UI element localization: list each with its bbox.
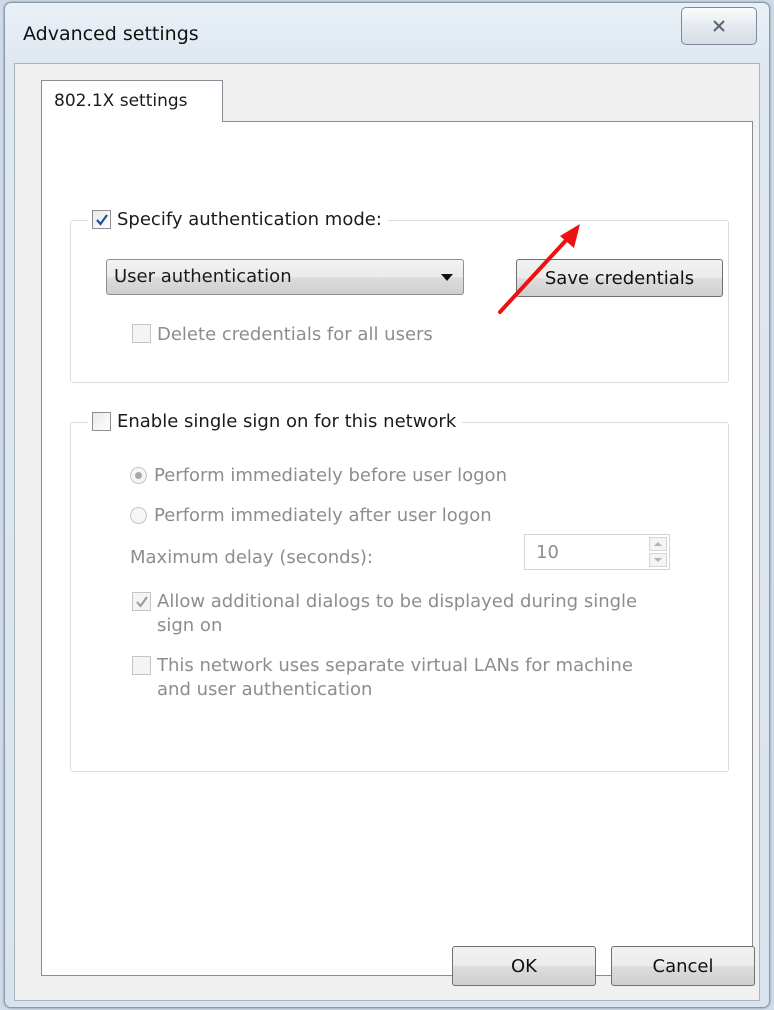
- authentication-mode-select[interactable]: User authentication: [106, 259, 464, 295]
- delete-credentials-row: Delete credentials for all users: [132, 324, 433, 345]
- authentication-mode-group: [70, 220, 729, 383]
- close-icon: [713, 20, 725, 32]
- enable-sso-header: Enable single sign on for this network: [88, 411, 463, 432]
- perform-after-logon-label: Perform immediately after user logon: [154, 505, 492, 526]
- tab-802-1x-settings[interactable]: 802.1X settings: [41, 80, 223, 122]
- authentication-mode-value: User authentication: [114, 266, 292, 287]
- close-button[interactable]: [681, 7, 757, 45]
- separate-vlan-label-line2: and user authentication: [157, 679, 373, 700]
- maximum-delay-label: Maximum delay (seconds):: [130, 547, 373, 568]
- enable-sso-label: Enable single sign on for this network: [117, 411, 457, 432]
- maximum-delay-value: 10: [536, 542, 559, 563]
- dialog-title: Advanced settings: [23, 23, 199, 45]
- checkmark-icon: [95, 213, 108, 226]
- tab-panel: Specify authentication mode: User authen…: [41, 121, 753, 976]
- chevron-down-icon: [654, 558, 662, 562]
- save-credentials-button[interactable]: Save credentials: [516, 259, 723, 297]
- cancel-button[interactable]: Cancel: [611, 946, 755, 986]
- separate-vlan-checkbox[interactable]: [132, 656, 151, 675]
- separate-vlan-label-line1: This network uses separate virtual LANs …: [157, 655, 633, 676]
- perform-after-logon-radio[interactable]: [130, 507, 147, 524]
- perform-before-logon-label: Perform immediately before user logon: [154, 465, 507, 486]
- stepper-up-button[interactable]: [649, 537, 667, 551]
- save-credentials-label: Save credentials: [544, 267, 695, 289]
- checkmark-icon: [135, 595, 148, 608]
- perform-before-logon-row: Perform immediately before user logon: [130, 465, 507, 486]
- specify-auth-mode-checkbox[interactable]: [92, 210, 111, 229]
- maximum-delay-stepper[interactable]: 10: [524, 534, 670, 570]
- maximum-delay-row: Maximum delay (seconds):: [130, 547, 373, 568]
- specify-auth-mode-label: Specify authentication mode:: [117, 209, 382, 230]
- cancel-label: Cancel: [652, 955, 714, 977]
- separate-vlan-row: This network uses separate virtual LANs …: [132, 654, 633, 702]
- allow-dialogs-label-line1: Allow additional dialogs to be displayed…: [157, 591, 638, 612]
- specify-auth-mode-header: Specify authentication mode:: [88, 209, 388, 230]
- advanced-settings-dialog: Advanced settings 802.1X settings Specif…: [4, 2, 770, 1008]
- ok-label: OK: [511, 955, 537, 977]
- enable-sso-checkbox[interactable]: [92, 412, 111, 431]
- allow-dialogs-label-line2: sign on: [157, 615, 223, 636]
- dropdown-arrow-icon: [441, 274, 453, 281]
- allow-dialogs-row: Allow additional dialogs to be displayed…: [132, 590, 637, 638]
- chevron-up-icon: [654, 542, 662, 546]
- delete-credentials-checkbox[interactable]: [132, 324, 151, 343]
- stepper-down-button[interactable]: [649, 553, 667, 567]
- dialog-content: 802.1X settings Specify authentication m…: [14, 63, 760, 1001]
- delete-credentials-label: Delete credentials for all users: [157, 324, 433, 345]
- ok-button[interactable]: OK: [452, 946, 596, 986]
- perform-before-logon-radio[interactable]: [130, 467, 147, 484]
- perform-after-logon-row: Perform immediately after user logon: [130, 505, 492, 526]
- allow-dialogs-checkbox[interactable]: [132, 592, 151, 611]
